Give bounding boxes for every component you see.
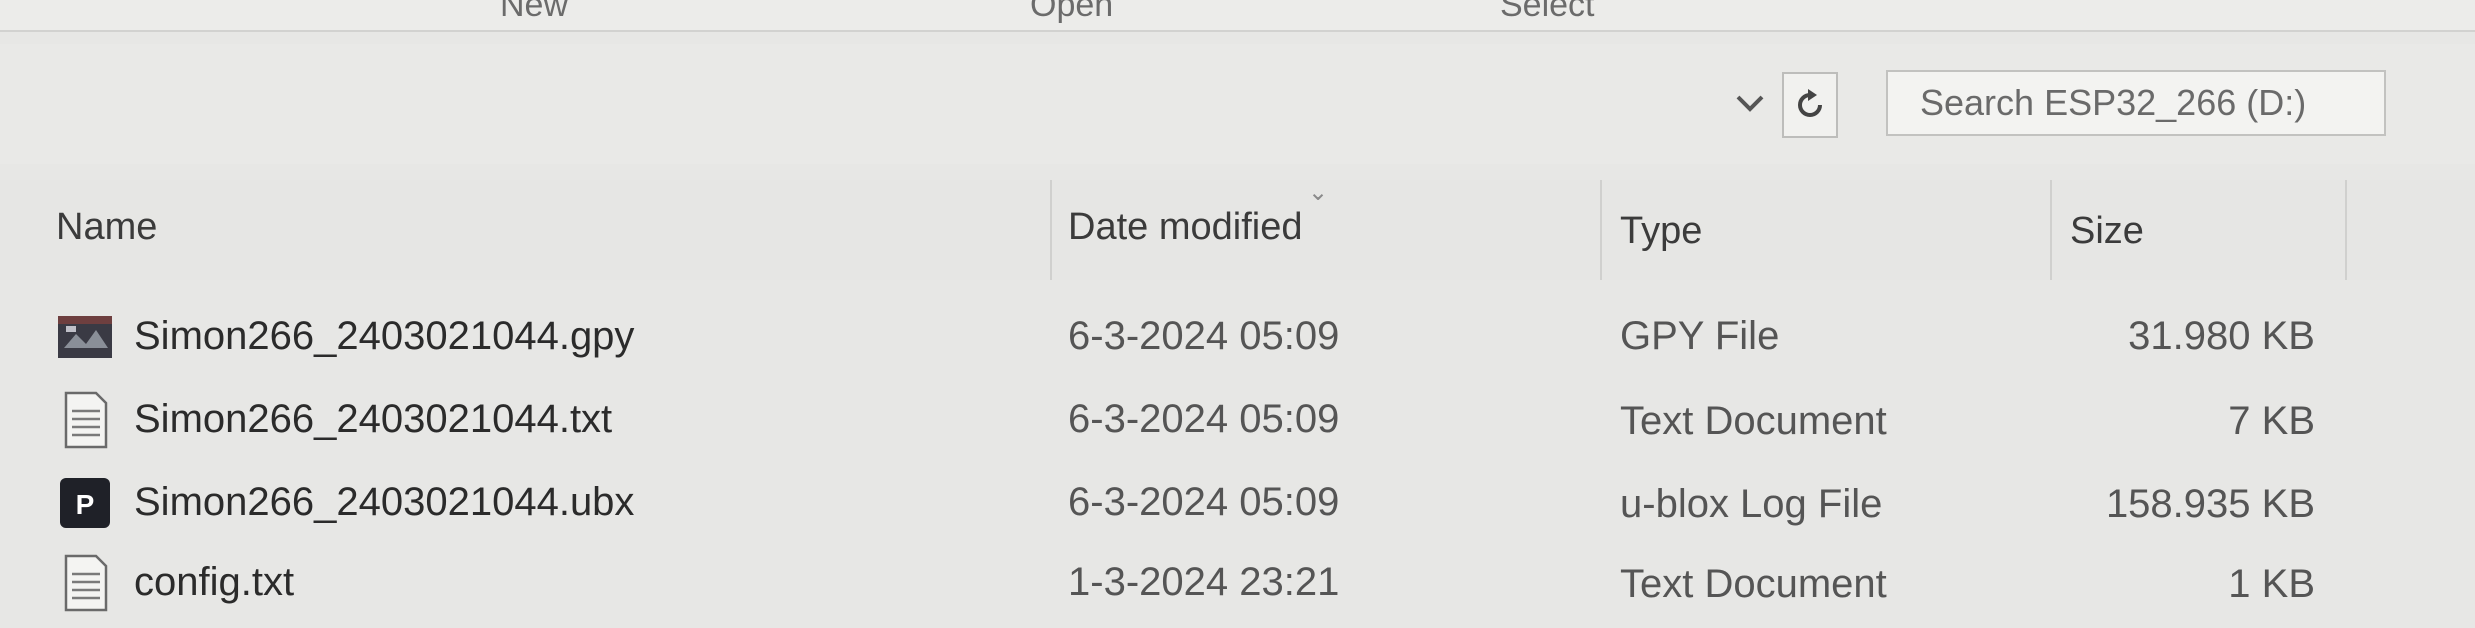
gpy-file-icon xyxy=(58,316,112,358)
column-divider[interactable] xyxy=(2050,180,2052,280)
ribbon-open-label[interactable]: Open xyxy=(1030,0,1113,25)
file-size: 7 KB xyxy=(2228,399,2315,443)
column-header-row: ⌄ Name Date modified Type Size xyxy=(0,179,2475,280)
address-bar-row: Search ESP32_266 (D:) xyxy=(0,44,2475,164)
refresh-button[interactable] xyxy=(1782,72,1838,138)
column-divider[interactable] xyxy=(1600,180,1602,280)
file-row[interactable]: P Simon266_2403021044.ubx 6-3-2024 05:09… xyxy=(0,468,2475,548)
file-name: Simon266_2403021044.gpy xyxy=(134,314,635,358)
file-type: u-blox Log File xyxy=(1620,482,1883,526)
file-date: 6-3-2024 05:09 xyxy=(1068,480,1340,524)
search-input[interactable]: Search ESP32_266 (D:) xyxy=(1886,70,2386,136)
refresh-icon xyxy=(1798,89,1822,117)
svg-text:P: P xyxy=(76,489,95,520)
column-divider[interactable] xyxy=(1050,180,1052,280)
file-size: 31.980 KB xyxy=(2128,314,2315,358)
text-file-icon xyxy=(64,554,108,612)
sort-indicator-icon: ⌄ xyxy=(1308,179,1329,206)
ribbon-strip: New Open Select xyxy=(0,0,2475,32)
chevron-down-icon[interactable] xyxy=(1720,78,1780,128)
file-date: 1-3-2024 23:21 xyxy=(1068,560,1340,604)
text-file-icon xyxy=(64,391,108,449)
file-name: config.txt xyxy=(134,560,295,604)
file-type: Text Document xyxy=(1620,562,1887,606)
column-header-name[interactable]: Name xyxy=(56,206,157,249)
file-date: 6-3-2024 05:09 xyxy=(1068,314,1340,358)
file-size: 1 KB xyxy=(2228,562,2315,606)
ublox-file-icon: P xyxy=(60,478,110,528)
file-type: GPY File xyxy=(1620,314,1780,358)
file-type: Text Document xyxy=(1620,399,1887,443)
column-header-type[interactable]: Type xyxy=(1620,210,1702,253)
file-row[interactable]: Simon266_2403021044.gpy 6-3-2024 05:09 G… xyxy=(0,300,2475,380)
file-name: Simon266_2403021044.txt xyxy=(134,397,613,441)
column-header-size[interactable]: Size xyxy=(2070,210,2144,253)
ribbon-new-label[interactable]: New xyxy=(500,0,568,25)
file-row[interactable]: Simon266_2403021044.txt 6-3-2024 05:09 T… xyxy=(0,385,2475,465)
search-placeholder: Search ESP32_266 (D:) xyxy=(1920,82,2307,123)
column-divider[interactable] xyxy=(2345,180,2347,280)
ribbon-select-label[interactable]: Select xyxy=(1500,0,1595,25)
file-size: 158.935 KB xyxy=(2105,482,2315,526)
file-name: Simon266_2403021044.ubx xyxy=(134,480,635,524)
column-header-date-modified[interactable]: Date modified xyxy=(1068,206,1302,249)
file-date: 6-3-2024 05:09 xyxy=(1068,397,1340,441)
file-row[interactable]: config.txt 1-3-2024 23:21 Text Document … xyxy=(0,548,2475,628)
